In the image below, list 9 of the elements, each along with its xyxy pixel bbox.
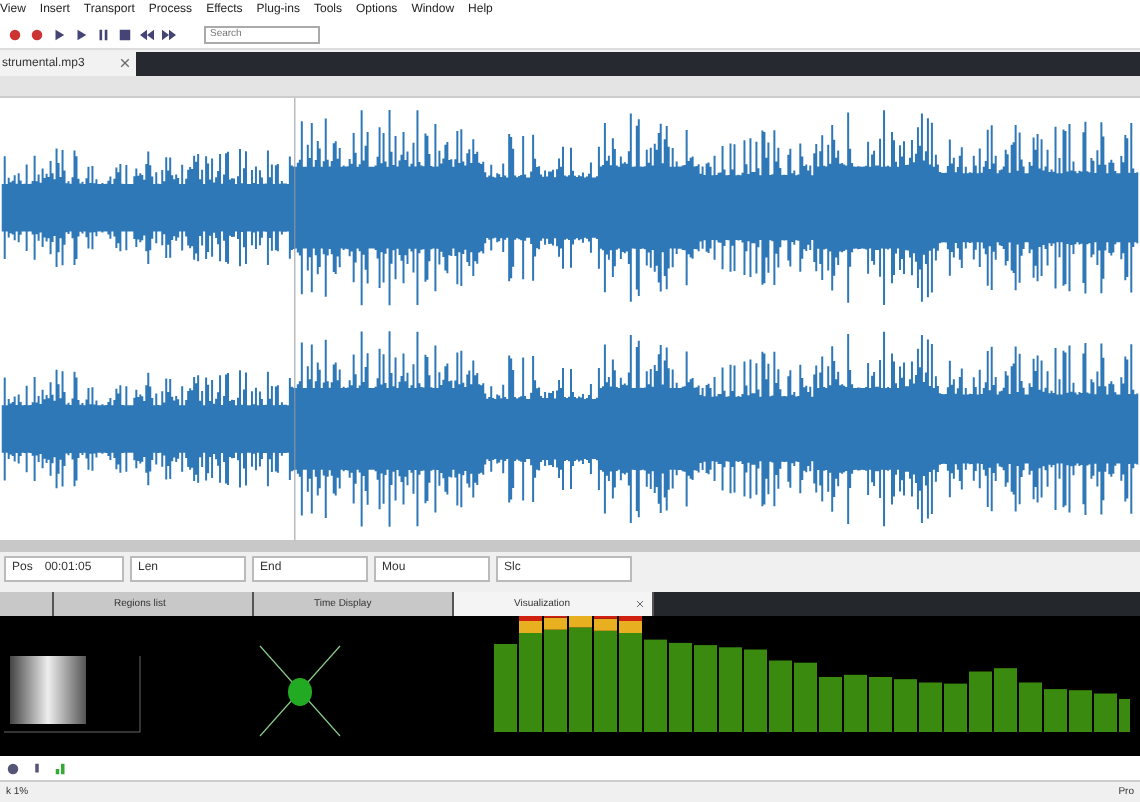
close-icon[interactable] (120, 58, 130, 69)
pause-icon[interactable] (96, 27, 110, 42)
stop-icon[interactable] (118, 27, 132, 42)
rewind-icon[interactable] (140, 27, 154, 42)
close-icon[interactable] (636, 600, 644, 609)
chart-icon[interactable] (54, 761, 68, 776)
scrollbar[interactable] (0, 540, 1140, 553)
forward-icon[interactable] (162, 27, 176, 42)
panel-tab[interactable] (0, 592, 54, 617)
